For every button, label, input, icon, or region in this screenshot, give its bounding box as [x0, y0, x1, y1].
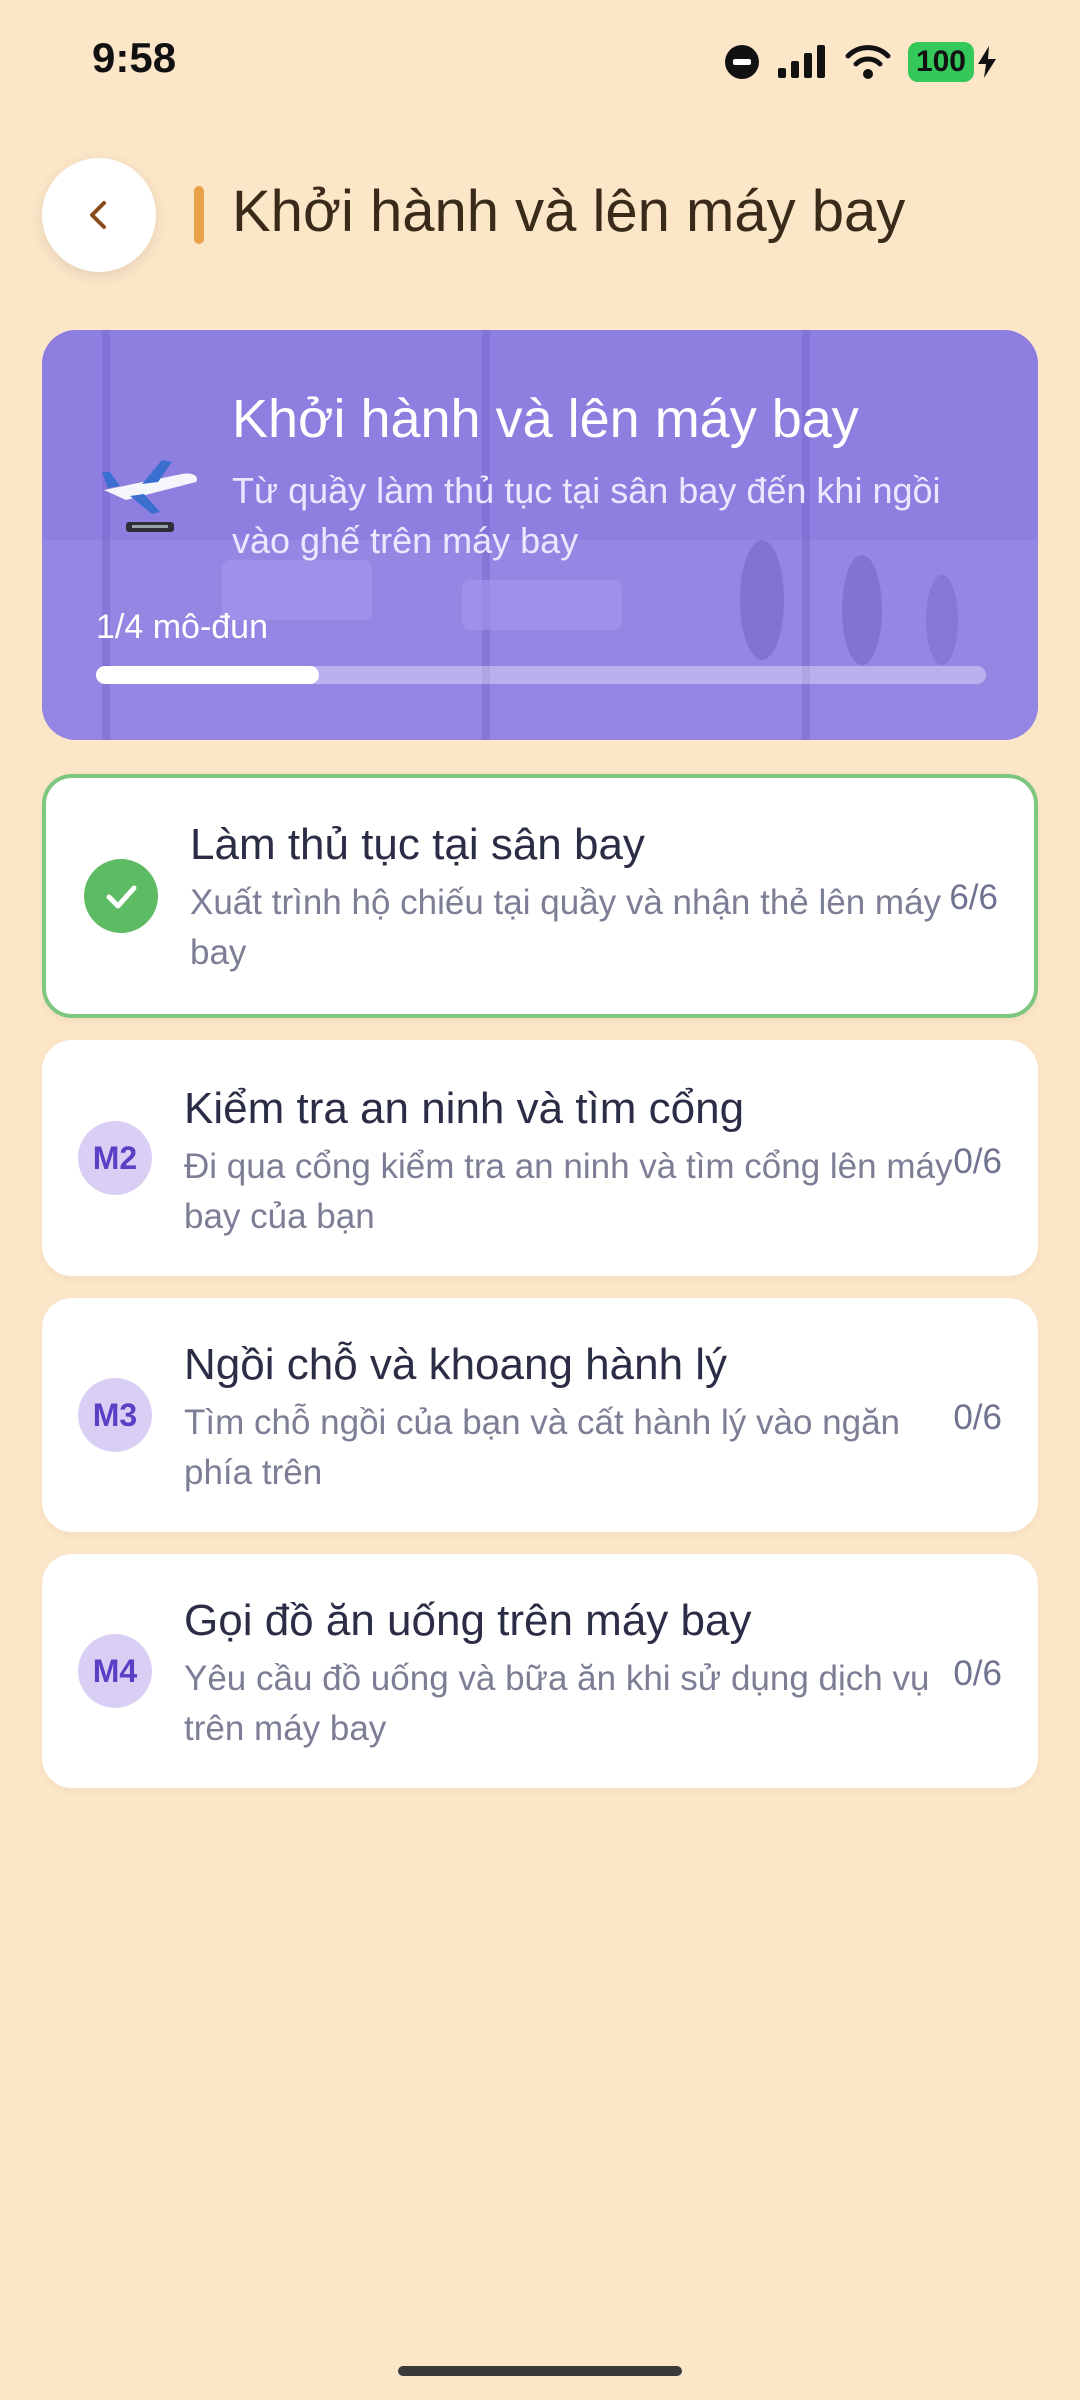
charging-bolt-icon — [978, 46, 996, 78]
status-icons: 100 — [724, 38, 998, 86]
wifi-icon — [845, 45, 891, 79]
title-accent-bar — [194, 186, 204, 244]
course-hero-card: Khởi hành và lên máy bay Từ quầy làm thủ… — [42, 330, 1038, 740]
module-progress: 0/6 — [953, 1398, 1002, 1437]
module-title: Ngồi chỗ và khoang hành lý — [184, 1340, 728, 1389]
module-card-4[interactable]: M4 Gọi đồ ăn uống trên máy bay Yêu cầu đ… — [42, 1554, 1038, 1788]
module-progress: 6/6 — [949, 878, 998, 917]
back-button[interactable] — [42, 158, 156, 272]
completed-check-icon — [84, 859, 158, 933]
module-description: Đi qua cổng kiểm tra an ninh và tìm cổng… — [184, 1147, 953, 1236]
module-description: Tìm chỗ ngồi của bạn và cất hành lý vào … — [184, 1403, 901, 1492]
module-description: Xuất trình hộ chiếu tại quầy và nhận thẻ… — [190, 883, 942, 972]
module-card-1[interactable]: Làm thủ tục tại sân bay Xuất trình hộ ch… — [42, 774, 1038, 1018]
module-progress: 0/6 — [953, 1654, 1002, 1693]
cellular-signal-icon — [777, 45, 825, 78]
module-badge: M3 — [78, 1378, 152, 1452]
module-title: Làm thủ tục tại sân bay — [190, 820, 645, 869]
battery-level: 100 — [907, 42, 974, 82]
hero-subtitle: Từ quầy làm thủ tục tại sân bay đến khi … — [232, 470, 941, 561]
do-not-disturb-icon — [724, 45, 759, 79]
module-badge: M4 — [78, 1634, 152, 1708]
home-indicator[interactable] — [398, 2366, 682, 2376]
module-title: Kiểm tra an ninh và tìm cổng — [184, 1084, 745, 1133]
module-progress: 0/6 — [953, 1142, 1002, 1181]
hero-title: Khởi hành và lên máy bay — [232, 389, 859, 449]
module-progress-fill — [96, 666, 319, 684]
status-bar: 9:58 100 — [0, 0, 1080, 120]
module-progress-bar — [96, 666, 986, 684]
status-time: 9:58 — [92, 34, 177, 81]
module-title: Gọi đồ ăn uống trên máy bay — [184, 1596, 752, 1645]
module-badge: M2 — [78, 1121, 152, 1195]
module-description: Yêu cầu đồ uống và bữa ăn khi sử dụng dị… — [184, 1659, 930, 1748]
chevron-left-icon — [90, 201, 106, 229]
module-card-2[interactable]: M2 Kiểm tra an ninh và tìm cổng Đi qua c… — [42, 1040, 1038, 1276]
page-title: Khởi hành và lên máy bay — [232, 179, 906, 244]
airplane-icon — [102, 460, 198, 532]
battery-indicator: 100 — [907, 42, 998, 82]
module-progress-label: 1/4 mô-đun — [96, 608, 268, 646]
module-card-3[interactable]: M3 Ngồi chỗ và khoang hành lý Tìm chỗ ng… — [42, 1298, 1038, 1532]
